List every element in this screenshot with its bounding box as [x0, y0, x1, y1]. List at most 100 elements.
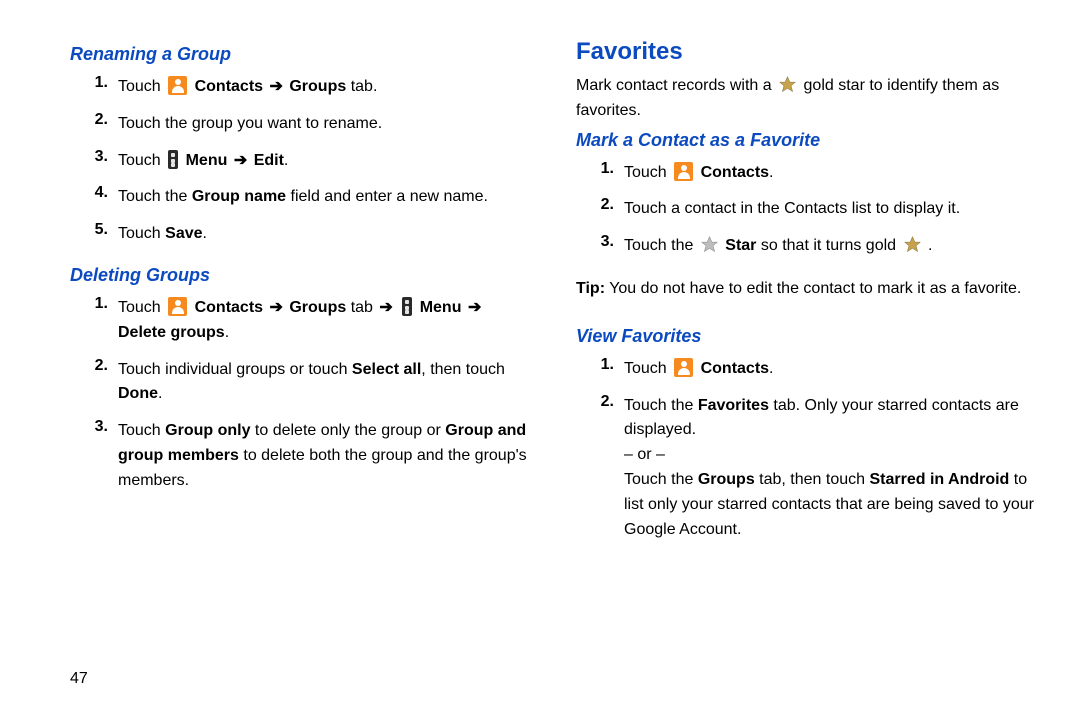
arrow-icon: ➔: [377, 296, 394, 321]
step-number: 3.: [586, 230, 624, 255]
right-column: Favorites Mark contact records with a go…: [576, 38, 1036, 560]
steps-mark-favorite: 1. Touch Contacts. 2. Touch a contact in…: [576, 157, 1036, 263]
step-item: 2. Touch individual groups or touch Sele…: [70, 354, 530, 412]
menu-icon: [168, 150, 178, 169]
star-gold-icon: [778, 75, 797, 94]
arrow-icon: ➔: [268, 296, 285, 321]
text-bold: Select all: [352, 361, 421, 378]
text: .: [225, 324, 229, 341]
contacts-icon: [674, 358, 693, 377]
text: Touch: [118, 422, 165, 439]
section-heading-favorites: Favorites: [576, 38, 1036, 66]
text-bold: Star: [725, 237, 756, 254]
two-column-layout: Renaming a Group 1. Touch Contacts ➔ Gro…: [70, 38, 1040, 560]
text: Touch the: [118, 188, 192, 205]
page-number: 47: [70, 670, 88, 688]
star-grey-icon: [700, 235, 719, 254]
contacts-icon: [674, 162, 693, 181]
text: .: [158, 385, 162, 402]
step-item: 3. Touch Menu ➔ Edit.: [70, 145, 530, 178]
left-column: Renaming a Group 1. Touch Contacts ➔ Gro…: [70, 38, 530, 560]
subsection-heading-mark-favorite: Mark a Contact as a Favorite: [576, 130, 1036, 151]
step-text: Touch the Favorites tab. Only your starr…: [624, 394, 1036, 543]
text-bold: Groups: [289, 78, 346, 95]
text-bold: Group name: [192, 188, 286, 205]
text: You do not have to edit the contact to m…: [605, 280, 1021, 297]
text-bold: Menu: [420, 299, 462, 316]
text: so that it turns gold: [761, 237, 901, 254]
step-item: 1. Touch Contacts ➔ Groups tab.: [70, 71, 530, 104]
subsection-heading-renaming: Renaming a Group: [70, 44, 530, 65]
text: Touch: [624, 360, 671, 377]
steps-deleting-groups: 1. Touch Contacts ➔ Groups tab ➔ Menu ➔ …: [70, 292, 530, 498]
step-item: 1. Touch Contacts.: [576, 353, 1036, 386]
text: – or –: [624, 446, 665, 463]
text-bold: Contacts: [701, 360, 769, 377]
text: tab: [351, 299, 378, 316]
step-number: 1.: [586, 353, 624, 378]
tip-label: Tip:: [576, 280, 605, 297]
text: , then touch: [421, 361, 505, 378]
step-text: Touch individual groups or touch Select …: [118, 358, 530, 408]
text: .: [928, 237, 932, 254]
step-number: 2.: [80, 354, 118, 379]
step-text: Touch the Star so that it turns gold .: [624, 234, 932, 259]
step-number: 5.: [80, 218, 118, 243]
text: .: [284, 152, 288, 169]
text-bold: Edit: [254, 152, 284, 169]
text-bold: Starred in Android: [869, 471, 1009, 488]
intro-text: Mark contact records with a gold star to…: [576, 74, 1036, 124]
contacts-icon: [168, 76, 187, 95]
text: .: [769, 164, 773, 181]
contacts-icon: [168, 297, 187, 316]
text: .: [203, 225, 207, 242]
text-bold: Done: [118, 385, 158, 402]
subsection-heading-deleting: Deleting Groups: [70, 265, 530, 286]
text: Touch: [118, 152, 165, 169]
step-item: 1. Touch Contacts ➔ Groups tab ➔ Menu ➔ …: [70, 292, 530, 350]
subsection-heading-view-favorites: View Favorites: [576, 326, 1036, 347]
steps-view-favorites: 1. Touch Contacts. 2. Touch the Favorite…: [576, 353, 1036, 547]
text: Touch individual groups or touch: [118, 361, 352, 378]
step-item: 4. Touch the Group name field and enter …: [70, 181, 530, 214]
text: Touch: [624, 164, 671, 181]
step-item: 5. Touch Save.: [70, 218, 530, 251]
step-number: 2.: [80, 108, 118, 133]
text: Touch: [118, 225, 165, 242]
step-number: 1.: [80, 71, 118, 96]
step-text: Touch Contacts.: [624, 357, 774, 382]
step-text: Touch Save.: [118, 222, 207, 247]
step-number: 3.: [80, 145, 118, 170]
text-bold: Groups: [698, 471, 755, 488]
step-text: Touch the group you want to rename.: [118, 112, 382, 137]
text-bold: Favorites: [698, 397, 769, 414]
step-number: 2.: [586, 193, 624, 218]
step-item: 2. Touch a contact in the Contacts list …: [576, 193, 1036, 226]
text: tab.: [351, 78, 378, 95]
step-item: 1. Touch Contacts.: [576, 157, 1036, 190]
text: Touch the: [624, 237, 698, 254]
menu-icon: [402, 297, 412, 316]
manual-page: Renaming a Group 1. Touch Contacts ➔ Gro…: [0, 0, 1080, 720]
step-text: Touch a contact in the Contacts list to …: [624, 197, 960, 222]
step-number: 1.: [586, 157, 624, 182]
step-number: 3.: [80, 415, 118, 440]
text: to delete only the group or: [250, 422, 445, 439]
step-text: Touch Menu ➔ Edit.: [118, 149, 288, 174]
step-number: 1.: [80, 292, 118, 317]
text: Touch: [118, 78, 165, 95]
step-item: 2. Touch the Favorites tab. Only your st…: [576, 390, 1036, 547]
tip-text: Tip: You do not have to edit the contact…: [576, 277, 1036, 302]
step-text: Touch Contacts ➔ Groups tab.: [118, 75, 377, 100]
step-item: 3. Touch Group only to delete only the g…: [70, 415, 530, 497]
step-number: 4.: [80, 181, 118, 206]
text: .: [769, 360, 773, 377]
step-item: 2. Touch the group you want to rename.: [70, 108, 530, 141]
arrow-icon: ➔: [268, 75, 285, 100]
step-text: Touch Contacts ➔ Groups tab ➔ Menu ➔ Del…: [118, 296, 530, 346]
text-bold: Group only: [165, 422, 250, 439]
text: Touch: [118, 299, 165, 316]
text: tab, then touch: [755, 471, 870, 488]
text-bold: Contacts: [701, 164, 769, 181]
step-item: 3. Touch the Star so that it turns gold …: [576, 230, 1036, 263]
